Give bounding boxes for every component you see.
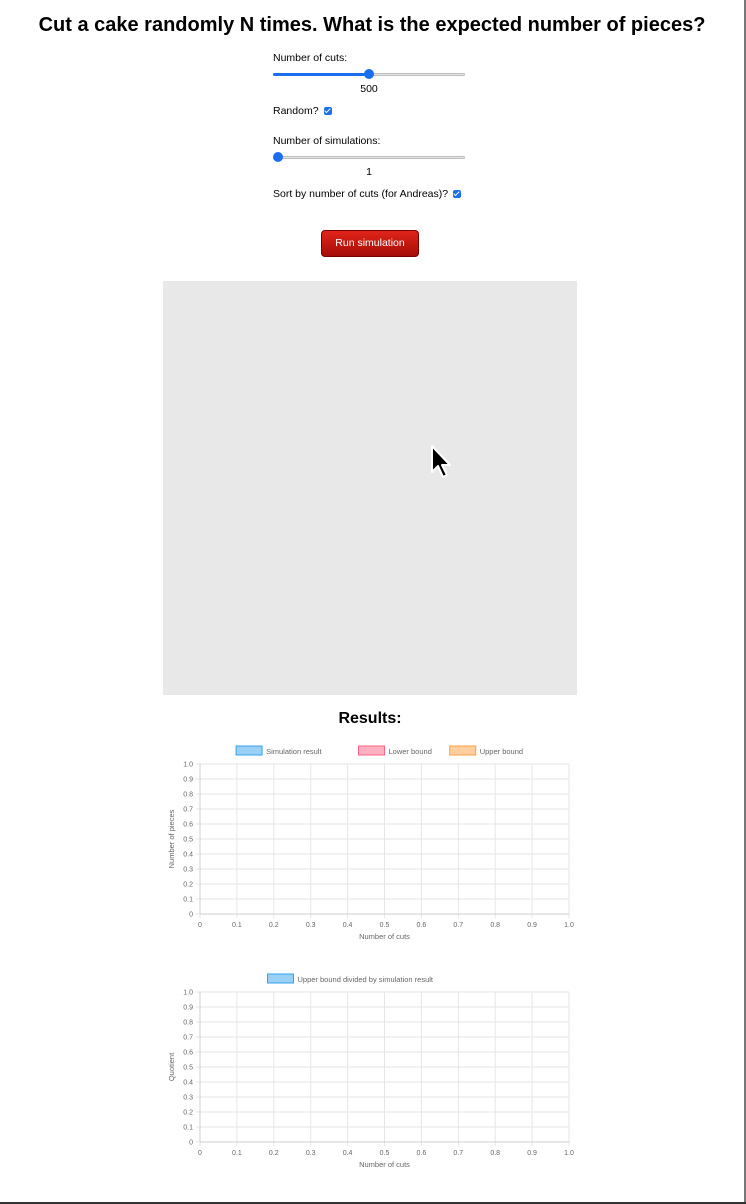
legend-label-2: Upper bound — [480, 747, 523, 756]
x-tick-label: 0.9 — [527, 1150, 537, 1157]
random-row: Random? — [273, 105, 503, 117]
x-tick-label: 1.0 — [564, 1150, 574, 1157]
x-tick-label: 0.6 — [417, 922, 427, 929]
sims-value: 1 — [366, 166, 372, 178]
x-tick-label: 0.5 — [380, 1150, 390, 1157]
page-title: Cut a cake randomly N times. What is the… — [38, 14, 706, 36]
controls-panel: Number of cuts: 500 Random? Number of si… — [273, 52, 503, 200]
y-axis-label: Quotient — [167, 1052, 176, 1081]
y-tick-label: 0.3 — [183, 1095, 193, 1102]
y-tick-label: 0 — [189, 912, 193, 919]
y-tick-label: 0.2 — [183, 1110, 193, 1117]
legend-swatch-2 — [449, 745, 477, 756]
y-tick-label: 0 — [189, 1140, 193, 1147]
legend-label-0: Upper bound divided by simulation result — [298, 975, 434, 984]
y-tick-label: 1.0 — [183, 762, 193, 769]
y-tick-label: 0.4 — [183, 1080, 193, 1087]
chart-svg: Simulation result Lower bound Upper bound 0… — [167, 745, 574, 941]
sims-label: Number of simulations: — [273, 135, 381, 147]
x-axis-label: Number of cuts — [359, 1160, 410, 1169]
sims-slider-track — [273, 156, 465, 159]
x-tick-label: 0.9 — [527, 922, 537, 929]
x-tick-label: 0.4 — [343, 922, 353, 929]
results-title: Results: — [338, 710, 402, 727]
run-simulation-button[interactable]: Run simulation — [321, 230, 419, 257]
sort-checkbox[interactable] — [453, 190, 462, 199]
cuts-label: Number of cuts: — [273, 52, 348, 64]
x-tick-label: 0.1 — [232, 1150, 242, 1157]
y-tick-label: 0.5 — [183, 1065, 193, 1072]
legend-swatch-0 — [267, 973, 294, 984]
y-tick-label: 0.6 — [183, 1050, 193, 1057]
legend-swatch-0 — [235, 745, 263, 756]
x-axis-label: Number of cuts — [359, 932, 410, 941]
quotient-chart: Upper bound divided by simulation result… — [163, 970, 583, 1170]
x-tick-label: 0.7 — [453, 922, 463, 929]
y-tick-label: 0.9 — [183, 777, 193, 784]
y-tick-label: 0.8 — [183, 792, 193, 799]
y-tick-label: 0.4 — [183, 852, 193, 859]
x-tick-label: 0.2 — [269, 922, 279, 929]
legend-swatch-1 — [358, 745, 385, 756]
random-checkbox[interactable] — [323, 107, 332, 116]
mouse-cursor-icon — [430, 444, 452, 485]
random-label: Random? — [273, 105, 319, 117]
y-tick-label: 0.8 — [183, 1020, 193, 1027]
y-tick-label: 1.0 — [183, 990, 193, 997]
x-tick-label: 0 — [198, 922, 202, 929]
y-tick-label: 0.9 — [183, 1005, 193, 1012]
y-tick-label: 0.7 — [183, 807, 193, 814]
x-tick-label: 0.2 — [269, 1150, 279, 1157]
y-tick-label: 0.6 — [183, 822, 193, 829]
x-tick-label: 0.5 — [380, 922, 390, 929]
y-tick-label: 0.2 — [183, 882, 193, 889]
sort-row: Sort by number of cuts (for Andreas)? — [273, 188, 503, 200]
y-axis-label: Number of pieces — [167, 809, 176, 868]
y-tick-label: 0.1 — [183, 1125, 193, 1132]
sort-label: Sort by number of cuts (for Andreas)? — [273, 188, 449, 200]
sims-slider[interactable] — [273, 152, 465, 164]
x-tick-label: 1.0 — [564, 922, 574, 929]
cuts-value: 500 — [360, 83, 378, 95]
x-tick-label: 0.6 — [417, 1150, 427, 1157]
x-tick-label: 0.7 — [453, 1150, 463, 1157]
cuts-slider-fill — [273, 73, 369, 76]
x-tick-label: 0.3 — [306, 1150, 316, 1157]
x-tick-label: 0.8 — [490, 922, 500, 929]
x-tick-label: 0.1 — [232, 922, 242, 929]
x-tick-label: 0.4 — [343, 1150, 353, 1157]
y-tick-label: 0.1 — [183, 897, 193, 904]
chart-svg: Upper bound divided by simulation result… — [167, 973, 574, 1169]
cake-canvas[interactable] — [163, 281, 577, 695]
y-tick-label: 0.3 — [183, 867, 193, 874]
y-tick-label: 0.5 — [183, 837, 193, 844]
cuts-slider[interactable] — [273, 69, 465, 81]
y-tick-label: 0.7 — [183, 1035, 193, 1042]
cuts-slider-thumb[interactable] — [364, 69, 374, 79]
pieces-chart: Simulation result Lower bound Upper bound 0… — [163, 742, 583, 942]
x-tick-label: 0 — [198, 1150, 202, 1157]
x-tick-label: 0.3 — [306, 922, 316, 929]
sims-slider-thumb[interactable] — [273, 152, 283, 162]
x-tick-label: 0.8 — [490, 1150, 500, 1157]
legend-label-0: Simulation result — [266, 747, 322, 756]
legend-label-1: Lower bound — [389, 747, 432, 756]
